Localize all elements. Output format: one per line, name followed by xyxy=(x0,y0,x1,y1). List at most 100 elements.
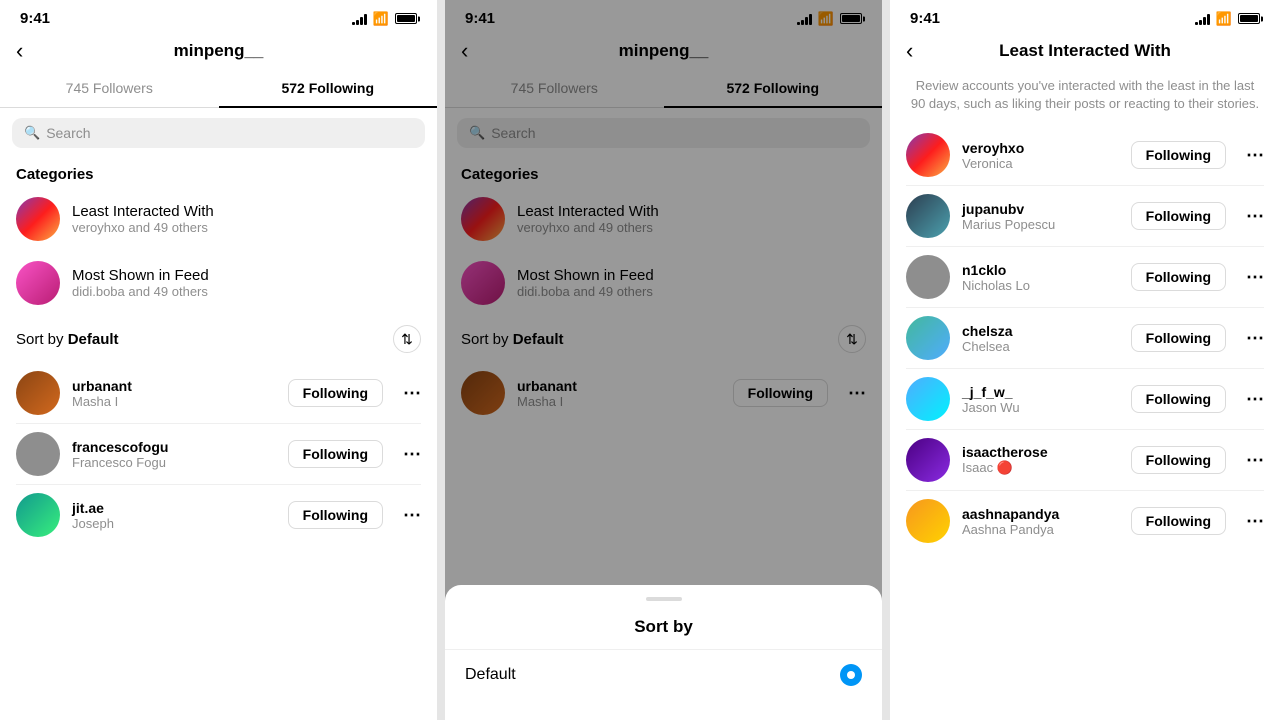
more-button-left-0[interactable]: ⋯ xyxy=(403,383,421,404)
tab-following-left[interactable]: 572 Following xyxy=(219,70,438,108)
more-button-left-1[interactable]: ⋯ xyxy=(403,444,421,465)
back-button-left[interactable]: ‹ xyxy=(16,38,23,64)
user-info-right-4: _j_f_w_ Jason Wu xyxy=(962,384,1119,415)
sort-icon-left[interactable]: ⇅ xyxy=(393,325,421,353)
username-left-2: jit.ae xyxy=(72,500,276,516)
fullname-right-0: Veronica xyxy=(962,156,1119,171)
sort-row-left: Sort by Default ⇅ xyxy=(0,315,437,363)
header-right: ‹ Least Interacted With xyxy=(890,33,1280,69)
sort-sheet: Sort by Default xyxy=(445,585,882,720)
user-item-right-4: _j_f_w_ Jason Wu Following ⋯ xyxy=(890,369,1280,429)
follow-button-left-1[interactable]: Following xyxy=(288,440,383,468)
fullname-right-3: Chelsea xyxy=(962,339,1119,354)
cat-title-left-0: Least Interacted With xyxy=(72,203,214,220)
cat-sub-left-0: veroyhxo and 49 others xyxy=(72,220,214,235)
follow-button-right-0[interactable]: Following xyxy=(1131,141,1226,169)
fullname-left-0: Masha I xyxy=(72,394,276,409)
page-title-right: Least Interacted With xyxy=(999,41,1171,61)
follow-button-right-1[interactable]: Following xyxy=(1131,202,1226,230)
follow-button-right-5[interactable]: Following xyxy=(1131,446,1226,474)
search-icon-left: 🔍 xyxy=(24,125,40,141)
time-right: 9:41 xyxy=(910,10,940,27)
tab-followers-left[interactable]: 745 Followers xyxy=(0,70,219,108)
user-info-right-5: isaactherose Isaac 🔴 xyxy=(962,444,1119,476)
fullname-right-2: Nicholas Lo xyxy=(962,278,1119,293)
sort-label-left: Sort by Default xyxy=(16,331,119,348)
more-button-right-2[interactable]: ⋯ xyxy=(1246,267,1264,288)
category-thumb-left-1 xyxy=(16,261,60,305)
status-icons-left: 📶 xyxy=(352,11,417,27)
cat-sub-left-1: didi.boba and 49 others xyxy=(72,284,209,299)
follow-button-right-2[interactable]: Following xyxy=(1131,263,1226,291)
more-button-right-5[interactable]: ⋯ xyxy=(1246,450,1264,471)
left-panel: 9:41 📶 ‹ minpeng__ 745 Followers 572 Fol… xyxy=(0,0,437,720)
radio-selected-default xyxy=(840,664,862,686)
username-right-6: aashnapandya xyxy=(962,506,1119,522)
follow-button-left-2[interactable]: Following xyxy=(288,501,383,529)
username-right-1: jupanubv xyxy=(962,201,1119,217)
overlay-dim: Sort by Default xyxy=(445,0,882,720)
more-button-right-3[interactable]: ⋯ xyxy=(1246,328,1264,349)
avatar-right-3 xyxy=(906,316,950,360)
category-text-left-0: Least Interacted With veroyhxo and 49 ot… xyxy=(72,203,214,235)
cat-title-left-1: Most Shown in Feed xyxy=(72,267,209,284)
more-button-right-1[interactable]: ⋯ xyxy=(1246,206,1264,227)
signal-icon-left xyxy=(352,13,367,25)
sheet-option-label-default: Default xyxy=(465,666,516,684)
more-button-left-2[interactable]: ⋯ xyxy=(403,505,421,526)
subtitle-right: Review accounts you've interacted with t… xyxy=(890,69,1280,125)
follow-button-right-3[interactable]: Following xyxy=(1131,324,1226,352)
avatar-right-0 xyxy=(906,133,950,177)
user-item-right-3: chelsza Chelsea Following ⋯ xyxy=(890,308,1280,368)
fullname-right-5: Isaac 🔴 xyxy=(962,460,1119,476)
user-info-right-2: n1cklo Nicholas Lo xyxy=(962,262,1119,293)
right-panel: 9:41 📶 ‹ Least Interacted With Review ac… xyxy=(890,0,1280,720)
categories-heading-left: Categories xyxy=(0,158,437,187)
category-text-left-1: Most Shown in Feed didi.boba and 49 othe… xyxy=(72,267,209,299)
avatar-right-2 xyxy=(906,255,950,299)
back-button-right[interactable]: ‹ xyxy=(906,38,913,64)
fullname-right-4: Jason Wu xyxy=(962,400,1119,415)
avatar-right-5 xyxy=(906,438,950,482)
user-item-right-0: veroyhxo Veronica Following ⋯ xyxy=(890,125,1280,185)
avatar-right-6 xyxy=(906,499,950,543)
sheet-handle xyxy=(646,597,682,601)
tabs-left: 745 Followers 572 Following xyxy=(0,69,437,108)
avatar-right-1 xyxy=(906,194,950,238)
follow-button-right-4[interactable]: Following xyxy=(1131,385,1226,413)
more-button-right-0[interactable]: ⋯ xyxy=(1246,145,1264,166)
user-item-right-6: aashnapandya Aashna Pandya Following ⋯ xyxy=(890,491,1280,551)
sheet-title: Sort by xyxy=(445,613,882,650)
category-item-left-0[interactable]: Least Interacted With veroyhxo and 49 ot… xyxy=(0,187,437,251)
more-button-right-4[interactable]: ⋯ xyxy=(1246,389,1264,410)
avatar-left-2 xyxy=(16,493,60,537)
battery-icon-left xyxy=(395,13,417,24)
follow-button-left-0[interactable]: Following xyxy=(288,379,383,407)
user-item-right-5: isaactherose Isaac 🔴 Following ⋯ xyxy=(890,430,1280,490)
user-item-left-2: jit.ae Joseph Following ⋯ xyxy=(0,485,437,545)
user-item-right-2: n1cklo Nicholas Lo Following ⋯ xyxy=(890,247,1280,307)
follow-button-right-6[interactable]: Following xyxy=(1131,507,1226,535)
fullname-left-1: Francesco Fogu xyxy=(72,455,276,470)
fullname-right-6: Aashna Pandya xyxy=(962,522,1119,537)
avatar-right-4 xyxy=(906,377,950,421)
more-button-right-6[interactable]: ⋯ xyxy=(1246,511,1264,532)
fullname-right-1: Marius Popescu xyxy=(962,217,1119,232)
user-info-left-2: jit.ae Joseph xyxy=(72,500,276,531)
username-left-1: francescofogu xyxy=(72,439,276,455)
user-info-right-0: veroyhxo Veronica xyxy=(962,140,1119,171)
user-info-right-6: aashnapandya Aashna Pandya xyxy=(962,506,1119,537)
search-placeholder-left: Search xyxy=(46,125,90,141)
sheet-option-default[interactable]: Default xyxy=(445,650,882,700)
time-left: 9:41 xyxy=(20,10,50,27)
search-bar-left[interactable]: 🔍 Search xyxy=(12,118,425,148)
category-item-left-1[interactable]: Most Shown in Feed didi.boba and 49 othe… xyxy=(0,251,437,315)
user-info-right-1: jupanubv Marius Popescu xyxy=(962,201,1119,232)
username-left-0: urbanant xyxy=(72,378,276,394)
user-info-right-3: chelsza Chelsea xyxy=(962,323,1119,354)
user-info-left-0: urbanant Masha I xyxy=(72,378,276,409)
wifi-icon-right: 📶 xyxy=(1216,11,1232,27)
username-right-3: chelsza xyxy=(962,323,1119,339)
status-bar-left: 9:41 📶 xyxy=(0,0,437,33)
battery-icon-right xyxy=(1238,13,1260,24)
